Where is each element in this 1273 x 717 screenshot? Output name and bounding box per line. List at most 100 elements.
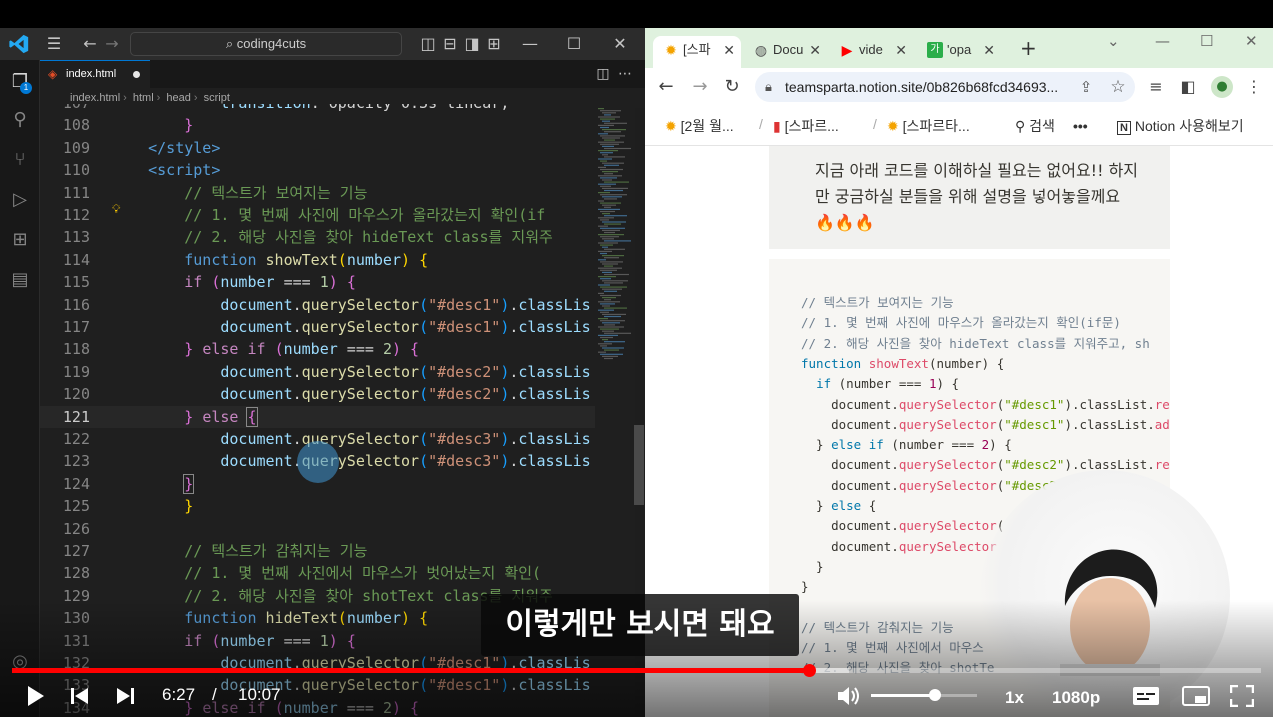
breadcrumb-item[interactable]: script [204, 92, 230, 104]
code-line[interactable]: 121 } else { [40, 405, 595, 428]
next-icon[interactable] [115, 686, 135, 706]
tab-opacity[interactable]: 가 'opa ✕ [917, 36, 1001, 68]
source-control-icon[interactable]: ⑂ [8, 148, 32, 172]
minimap-line [600, 261, 623, 263]
previous-icon[interactable] [70, 686, 90, 706]
close-tab-icon[interactable]: ✕ [895, 36, 907, 64]
more-bookmarks-icon[interactable]: ••• [1073, 116, 1088, 136]
minimap-line [602, 305, 610, 307]
minimap-line [600, 303, 615, 305]
extensions-icon[interactable]: ⊞ [8, 228, 32, 252]
play-icon[interactable] [26, 685, 46, 707]
quality-setting[interactable]: 1080p [1052, 688, 1100, 708]
code-line[interactable]: 109 </style> [40, 137, 595, 159]
close-tab-icon[interactable]: ✕ [723, 36, 735, 64]
bookmark-favicon-icon: ▮ [773, 118, 785, 134]
code-line[interactable]: 118 } else if (number === 2) { [40, 338, 595, 360]
code-line[interactable]: 128 // 1. 몇 번째 사진에서 마우스가 벗어났는지 확인( [40, 562, 595, 584]
maximize-icon[interactable]: ☐ [564, 34, 584, 54]
code-line[interactable]: 120 document.querySelector("#desc2").cla… [40, 383, 595, 405]
code-block-line: } else if (number === 2) { [801, 437, 1012, 453]
code-line[interactable]: 107 transition: opacity 0.3s linear; [40, 104, 595, 114]
forward-arrow-icon[interactable]: → [102, 34, 122, 54]
code-line[interactable]: 117 document.querySelector("#desc1").cla… [40, 316, 595, 338]
line-number: 113 [62, 228, 90, 247]
more-actions-icon[interactable]: ⋯ [615, 64, 635, 84]
minimize-icon[interactable]: — [1155, 32, 1170, 50]
customize-layout-icon[interactable]: ⊞ [484, 34, 504, 54]
vscode-logo-icon [9, 34, 29, 54]
line-code: document.querySelector("#desc2").classLi… [220, 362, 591, 381]
remote-explorer-icon[interactable]: ▤ [8, 268, 32, 292]
minimap-line [604, 189, 623, 192]
bookmark-item[interactable]: ✹ [스파르타... [887, 116, 970, 136]
tab-search-icon[interactable]: ⌄ [1107, 32, 1120, 50]
profile-avatar[interactable]: ● [1211, 76, 1233, 98]
code-line[interactable]: 119 document.querySelector("#desc2").cla… [40, 361, 595, 383]
code-line[interactable]: 127 // 텍스트가 감춰지는 기능 [40, 540, 595, 562]
close-icon[interactable]: ✕ [610, 34, 630, 54]
bookmark-notion[interactable]: N Notion 사용해보기 [1117, 116, 1244, 138]
back-arrow-icon[interactable]: ← [80, 34, 100, 54]
code-line[interactable]: 112 // 1. 몇 번째 사진에 마우스가 올라갔는지 확인(if [40, 204, 595, 226]
progress-bar[interactable] [12, 664, 1261, 677]
code-line[interactable]: 110 <script> [40, 159, 595, 181]
breadcrumb-item[interactable]: index.html [70, 92, 120, 104]
close-tab-icon[interactable]: ✕ [809, 36, 821, 64]
bookmark-search[interactable]: ⚲ 검색 [1015, 116, 1055, 136]
code-line[interactable]: 111 // 텍스트가 보여지는 기능 [40, 182, 595, 204]
toggle-sidebar-icon[interactable]: ◫ [418, 34, 438, 54]
new-tab-button[interactable]: + [1020, 36, 1037, 60]
tab-docs[interactable]: ◍ Docu ✕ [743, 36, 827, 68]
back-arrow-icon[interactable]: ← [655, 76, 677, 98]
toggle-panel-icon[interactable]: ⊟ [440, 34, 460, 54]
run-debug-icon[interactable]: ▷ [8, 188, 32, 212]
minimize-icon[interactable]: — [520, 34, 540, 54]
reload-icon[interactable]: ↻ [721, 76, 743, 98]
code-line[interactable]: 116 document.querySelector("#desc1").cla… [40, 294, 595, 316]
code-line[interactable]: 125 } [40, 495, 595, 517]
maximize-icon[interactable]: ☐ [1200, 32, 1213, 50]
volume-knob[interactable] [928, 689, 941, 701]
search-icon[interactable]: ⚲ [8, 108, 32, 132]
bookmark-item[interactable]: ✹ [2월 월... [665, 116, 734, 136]
volume-slider[interactable] [871, 689, 977, 701]
code-line[interactable]: 108 } [40, 114, 595, 136]
editor-scrollbar[interactable] [634, 425, 644, 505]
bookmark-star-icon[interactable]: ☆ [1107, 76, 1129, 98]
code-line[interactable]: 115 if (number === 1) { [40, 271, 595, 293]
fullscreen-icon[interactable] [1230, 685, 1254, 707]
minimap-line [602, 120, 610, 122]
chrome-menu-icon[interactable]: ⋮ [1243, 76, 1265, 98]
share-icon[interactable]: ⇪ [1075, 76, 1097, 98]
tab-video[interactable]: ▶ vide ✕ [829, 36, 913, 68]
close-tab-icon[interactable]: ✕ [983, 36, 995, 64]
command-center-search[interactable]: ⌕ coding4cuts [130, 32, 402, 56]
split-editor-icon[interactable]: ◫ [593, 64, 613, 84]
tab-index-html[interactable]: ◈ index.html [40, 60, 150, 88]
tab-title: [스파 [683, 42, 711, 57]
lightbulb-icon[interactable]: 💡︎ [112, 202, 120, 217]
reading-list-icon[interactable]: ≡ [1145, 76, 1167, 98]
breadcrumb-item[interactable]: html [133, 92, 154, 104]
side-panel-icon[interactable]: ◧ [1177, 76, 1199, 98]
menu-icon[interactable]: ☰ [44, 34, 64, 54]
tab-notion[interactable]: ✹ [스파 ✕ [653, 36, 741, 68]
subtitles-icon[interactable] [1132, 686, 1160, 706]
bookmark-item[interactable]: ▮ [스파르... [773, 116, 839, 136]
code-line[interactable]: 113 // 2. 해당 사진을 찾아 hideText class를 지워주 [40, 226, 595, 248]
tab-title: vide [859, 42, 883, 57]
miniplayer-icon[interactable] [1182, 686, 1210, 706]
breadcrumb-item[interactable]: head [166, 92, 190, 104]
minimap-line [602, 162, 624, 164]
close-icon[interactable]: ✕ [1245, 32, 1258, 50]
code-line[interactable]: 126 [40, 518, 595, 540]
volume-icon[interactable] [836, 685, 862, 707]
code-line[interactable]: 114 function showText(number) { [40, 249, 595, 271]
toggle-secondary-sidebar-icon[interactable]: ◨ [462, 34, 482, 54]
minimap-line [602, 154, 608, 156]
progress-scrubber[interactable] [802, 664, 816, 677]
forward-arrow-icon[interactable]: → [689, 76, 711, 98]
playback-speed[interactable]: 1x [1005, 688, 1024, 708]
minimap-line [604, 139, 615, 141]
